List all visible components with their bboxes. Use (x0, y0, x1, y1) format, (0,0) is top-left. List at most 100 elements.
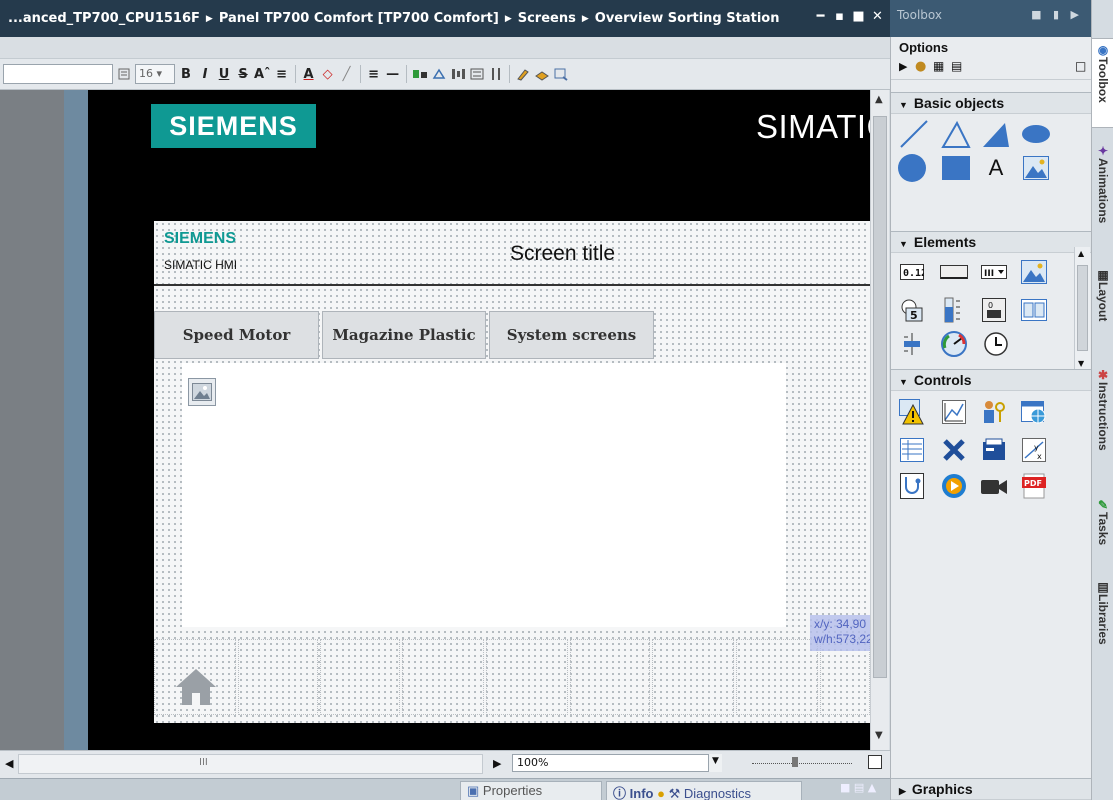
status-force-tool-icon[interactable] (939, 435, 969, 465)
zoom-slider-thumb[interactable] (792, 757, 798, 767)
footer-cell[interactable] (486, 639, 568, 715)
sysdiag-view-tool-icon[interactable] (897, 471, 927, 501)
side-tab-animations[interactable]: ✦ Animations (1092, 140, 1113, 250)
trend-view-tool-icon[interactable] (939, 397, 969, 427)
footer-cell[interactable] (570, 639, 650, 715)
graphic-io-field-tool-icon[interactable] (1019, 257, 1049, 287)
footer-cell[interactable] (652, 639, 734, 715)
rectangle-tool-icon[interactable] (941, 153, 971, 183)
zoom-select[interactable]: 100% (512, 754, 722, 772)
line-width-button[interactable]: ≡ (366, 64, 382, 84)
close-icon[interactable]: ✕ (871, 9, 884, 24)
section-elements[interactable]: ▼ Elements (891, 231, 1092, 253)
button-tool-icon[interactable] (939, 257, 969, 287)
panel-icon[interactable]: □ (1075, 59, 1086, 73)
sm-view-tool-icon[interactable] (979, 435, 1009, 465)
speed-motor-button[interactable]: Speed Motor (154, 311, 319, 359)
line-tool-icon[interactable] (899, 119, 929, 149)
section-basic-objects[interactable]: ▼ Basic objects (891, 92, 1092, 114)
fx-trend-view-tool-icon[interactable]: yx (1019, 435, 1049, 465)
user-view-tool-icon[interactable] (979, 397, 1009, 427)
strikethrough-button[interactable]: S (235, 64, 251, 84)
bold-button[interactable]: B (178, 64, 194, 84)
scroll-down-icon[interactable]: ▼ (1078, 359, 1084, 368)
side-tab-tasks[interactable]: ✎ Tasks (1092, 494, 1113, 568)
font-name-input[interactable] (3, 64, 113, 84)
italic-button[interactable]: I (197, 64, 213, 84)
screen-title[interactable]: Screen title (510, 242, 615, 266)
home-icon[interactable] (174, 667, 218, 707)
scroll-right-icon[interactable]: ▶ (493, 757, 501, 770)
slider-tool-icon[interactable] (897, 329, 927, 359)
side-tab-libraries[interactable]: ▤ Libraries (1092, 576, 1113, 666)
scroll-down-icon[interactable]: ▼ (875, 730, 883, 741)
format-painter-icon[interactable] (515, 64, 531, 84)
scroll-thumb[interactable] (1077, 265, 1088, 351)
bar-tool-icon[interactable] (939, 295, 969, 325)
date-time-field-tool-icon[interactable]: 5 (897, 295, 927, 325)
select-pointer-icon[interactable]: ▶ (899, 60, 907, 73)
pdf-view-tool-icon[interactable]: PDF (1019, 471, 1049, 501)
horizontal-scrollbar[interactable]: III (18, 754, 483, 774)
fill-color-button[interactable]: ◇ (320, 64, 336, 84)
clock-tool-icon[interactable] (981, 329, 1011, 359)
maximize-icon[interactable]: ■ (852, 9, 865, 24)
font-dialog-icon[interactable] (116, 64, 132, 84)
align-objects-icon[interactable] (412, 64, 428, 84)
breadcrumb-screen[interactable]: Overview Sorting Station (595, 11, 780, 26)
distribute-icon[interactable] (450, 64, 466, 84)
scroll-up-icon[interactable]: ▲ (875, 94, 883, 105)
line-style-button[interactable]: — (385, 64, 401, 84)
switch-tool-icon[interactable]: 0 (979, 295, 1009, 325)
view-icon[interactable]: ▦ (933, 59, 944, 73)
rotate-icon[interactable] (431, 64, 447, 84)
breadcrumb-screens[interactable]: Screens (518, 11, 576, 26)
system-screens-button[interactable]: System screens (489, 311, 654, 359)
footer-cell[interactable] (238, 639, 318, 715)
tab-info[interactable]: ⓘ Info ● ⚒ Diagnostics (606, 781, 802, 800)
text-field-tool-icon[interactable]: A (981, 153, 1011, 183)
fit-view-icon[interactable] (868, 755, 882, 769)
underline-button[interactable]: U (216, 64, 232, 84)
screen-area[interactable]: SIEMENS SIMATIC HMI Screen title Speed M… (154, 221, 870, 723)
group-icon[interactable] (469, 64, 485, 84)
scroll-up-icon[interactable]: ▲ (1078, 249, 1084, 258)
breadcrumb-device[interactable]: Panel TP700 Comfort [TP700 Comfort] (219, 11, 499, 26)
graphic-view-icon[interactable] (188, 378, 216, 406)
polyline-tool-icon[interactable] (941, 119, 971, 149)
alarm-view-tool-icon[interactable] (897, 397, 927, 427)
font-color-button[interactable]: A (301, 64, 317, 84)
elements-scrollbar[interactable]: ▲ ▼ (1074, 247, 1090, 373)
graphic-view-tool-icon[interactable] (1021, 153, 1051, 183)
html-browser-tool-icon[interactable] (1019, 397, 1049, 427)
footer-cell[interactable] (320, 639, 400, 715)
circle-tool-icon[interactable] (897, 153, 927, 183)
ellipse-tool-icon[interactable] (1021, 119, 1051, 149)
scroll-left-icon[interactable]: ◀ (5, 757, 13, 770)
text-align-button[interactable]: ≡ (274, 64, 290, 84)
zoom-dropdown-icon[interactable]: ▼ (708, 754, 722, 772)
hmi-canvas[interactable]: SIEMENS SIMATIC SIEMENS SIMATIC HMI Scre… (88, 90, 870, 750)
polygon-tool-icon[interactable] (981, 119, 1011, 149)
footer-cell[interactable] (736, 639, 818, 715)
camera-view-tool-icon[interactable] (979, 471, 1009, 501)
line-color-button[interactable]: ╱ (339, 64, 355, 84)
content-placeholder[interactable] (182, 363, 786, 627)
side-tab-toolbox[interactable]: ◉ Toolbox (1092, 38, 1113, 128)
gauge-tool-icon[interactable] (939, 329, 969, 359)
zoom-slider-track[interactable] (752, 763, 852, 764)
tab-properties[interactable]: ▣ Properties (460, 781, 602, 800)
media-player-tool-icon[interactable] (939, 471, 969, 501)
list-view-icon[interactable]: ▤ (951, 59, 962, 73)
side-tab-instructions[interactable]: ✱ Instructions (1092, 364, 1113, 484)
symbolic-io-field-tool-icon[interactable]: III (979, 257, 1009, 287)
tab-diagnostics-label[interactable]: Diagnostics (684, 786, 751, 800)
float-icon[interactable]: ▪ (833, 9, 846, 24)
breadcrumb-project[interactable]: ...anced_TP700_CPU1516F (8, 11, 200, 26)
inspector-controls-icon[interactable]: ■ ▤ ▲ (840, 781, 876, 794)
section-graphics[interactable]: ▶ Graphics (891, 778, 1092, 800)
editor-vertical-scrollbar[interactable]: ▲ ▼ (870, 90, 889, 750)
toolbox-header-controls[interactable]: ■ ▮ ▶ (1031, 8, 1083, 21)
layer-icon[interactable] (534, 64, 550, 84)
spacing-icon[interactable] (488, 64, 504, 84)
